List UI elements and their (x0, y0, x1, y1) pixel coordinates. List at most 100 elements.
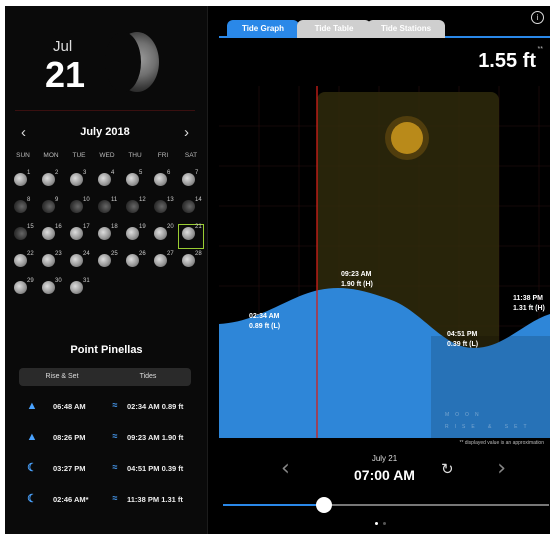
calendar-day[interactable]: 11 (93, 196, 121, 223)
moon-phase-icon (70, 254, 83, 267)
segment-rise-set[interactable]: Rise & Set (19, 368, 105, 386)
calendar-day[interactable]: 17 (65, 223, 93, 250)
moon-phase-icon (42, 173, 55, 186)
day-number: 15 (27, 224, 34, 230)
calendar-day[interactable]: 14 (177, 196, 205, 223)
moon-phase-icon (126, 173, 139, 186)
calendar-day[interactable]: 23 (37, 250, 65, 277)
weekday-label: FRI (157, 152, 169, 159)
calendar-day[interactable]: 26 (121, 250, 149, 277)
tab-tide-table[interactable]: Tide Table (297, 20, 371, 38)
day-number: 7 (195, 170, 199, 176)
tab-tide-stations[interactable]: Tide Stations (367, 20, 445, 38)
calendar-day[interactable]: 22 (9, 250, 37, 277)
calendar-day[interactable]: 16 (37, 223, 65, 250)
day-number: 10 (83, 197, 90, 203)
moon-phase-icon (14, 254, 27, 267)
calendar-day[interactable]: 19 (121, 223, 149, 250)
calendar-day[interactable]: 15 (9, 223, 37, 250)
day-number: 14 (195, 197, 202, 203)
day-number: 27 (167, 251, 174, 257)
calendar-day[interactable]: 6 (149, 169, 177, 196)
calendar-day[interactable]: 20 (149, 223, 177, 250)
low-tide-icon: ≈ (112, 462, 118, 472)
calendar-day[interactable]: 3 (65, 169, 93, 196)
moon-phase-icon (14, 173, 27, 186)
calendar-day[interactable]: 5 (121, 169, 149, 196)
moon-phase-icon (182, 200, 195, 213)
tide-label-time: 11:38 PM (513, 295, 543, 302)
calendar-day[interactable]: 27 (149, 250, 177, 277)
tide-label-time: 04:51 PM (447, 331, 478, 338)
tide-graph[interactable]: 02:34 AM 0.89 ft (L) 09:23 AM 1.90 ft (H… (219, 86, 550, 438)
day-number: 20 (167, 224, 174, 230)
calendar-day[interactable]: 25 (93, 250, 121, 277)
calendar-day[interactable]: 30 (37, 277, 65, 304)
day-number: 17 (83, 224, 90, 230)
moon-phase-icon (14, 200, 27, 213)
calendar-day[interactable]: 4 (93, 169, 121, 196)
moon-phase-icon (154, 173, 167, 186)
time-slider-track[interactable] (223, 504, 549, 506)
page-dot[interactable] (375, 522, 378, 525)
next-month-button[interactable]: › (184, 124, 189, 141)
calendar-day[interactable]: 12 (121, 196, 149, 223)
moon-phase-icon (126, 227, 139, 240)
day-number: 21 (195, 224, 202, 230)
moon-phase-icon (70, 200, 83, 213)
day-number: 22 (27, 251, 34, 257)
calendar-day[interactable]: 29 (9, 277, 37, 304)
moon-phase-icon (98, 227, 111, 240)
calendar-day[interactable]: 13 (149, 196, 177, 223)
moon-phase-icon (182, 254, 195, 267)
weekday-label: THU (128, 152, 142, 159)
day-number: 2 (55, 170, 59, 176)
tab-tide-graph[interactable]: Tide Graph (227, 20, 299, 38)
calendar-day[interactable]: 18 (93, 223, 121, 250)
tide-time: 11:38 PM (127, 495, 160, 504)
calendar-day[interactable]: 24 (65, 250, 93, 277)
moon-phase-icon (42, 200, 55, 213)
calendar-day[interactable]: 8 (9, 196, 37, 223)
segment-tides[interactable]: Tides (105, 368, 191, 386)
calendar-day[interactable]: 9 (37, 196, 65, 223)
sunset-time: 08:26 PM (53, 433, 86, 442)
tide-value: 1.90 ft (161, 433, 184, 442)
day-number: 11 (111, 197, 118, 203)
moon-phase-icon (154, 254, 167, 267)
moon-phase-icon (14, 227, 27, 240)
calendar-day[interactable]: 10 (65, 196, 93, 223)
event-row: ☾ 03:27 PM ≈ 04:51 PM 0.39 ft (19, 456, 203, 487)
moonrise-icon: ☾ (27, 462, 37, 474)
tide-entry: 04:51 PM 0.39 ft (127, 464, 183, 473)
next-day-button[interactable]: › (497, 456, 506, 481)
calendar-day[interactable]: 7 (177, 169, 205, 196)
event-row: ▲ 08:26 PM ≈ 09:23 AM 1.90 ft (19, 425, 203, 456)
moon-calendar-panel: Jul 21 ‹ July 2018 › SUN MON TUE WED THU… (5, 6, 208, 534)
page-dot[interactable] (383, 522, 386, 525)
info-icon[interactable]: i (531, 11, 544, 24)
tide-entry: 09:23 AM 1.90 ft (127, 433, 183, 442)
low-tide-icon: ≈ (112, 400, 118, 410)
time-slider-knob[interactable] (316, 497, 332, 513)
high-tide-icon: ≈ (112, 493, 118, 503)
sunset-icon: ▲ (26, 431, 38, 443)
calendar-title: July 2018 (80, 126, 130, 138)
day-number: 28 (195, 251, 202, 257)
page-indicator (375, 522, 395, 526)
current-day: 21 (45, 54, 86, 95)
tide-label-value: 1.31 ft (H) (513, 305, 545, 312)
calendar-day[interactable]: 1 (9, 169, 37, 196)
day-number: 23 (55, 251, 62, 257)
tide-time: 02:34 AM (127, 402, 160, 411)
moon-phase-icon (98, 200, 111, 213)
weekday-label: MON (43, 152, 59, 159)
high-tide-icon: ≈ (112, 431, 118, 441)
tide-value: 0.89 ft (161, 402, 184, 411)
calendar-day[interactable]: 21 (177, 223, 205, 250)
calendar-day[interactable]: 31 (65, 277, 93, 304)
calendar-day[interactable]: 2 (37, 169, 65, 196)
calendar-day[interactable]: 28 (177, 250, 205, 277)
refresh-icon[interactable]: ↻ (441, 460, 454, 478)
moon-phase-icon (182, 173, 195, 186)
